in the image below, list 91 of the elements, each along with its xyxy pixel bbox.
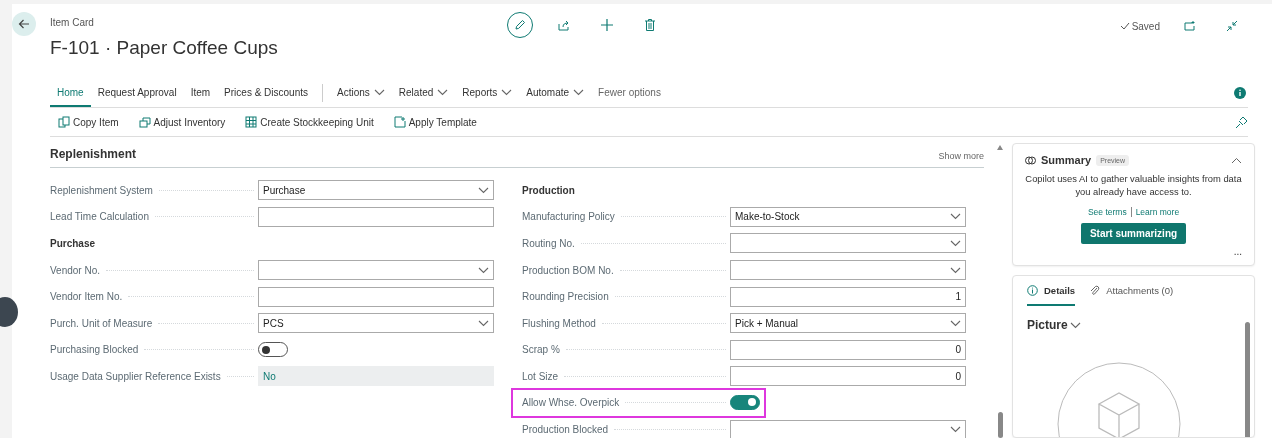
- nav-link[interactable]: Fewer options: [591, 79, 668, 107]
- box-icon: [138, 116, 151, 128]
- panel-tab[interactable]: Attachments (0): [1089, 276, 1174, 306]
- summary-description: Copilot uses AI to gather valuable insights from data you already have access to.: [1025, 173, 1242, 199]
- nav-menu[interactable]: Actions: [330, 79, 392, 107]
- grid-icon: [245, 116, 258, 128]
- input-field[interactable]: 1: [730, 286, 966, 307]
- dropdown-field[interactable]: [730, 260, 966, 281]
- subsection-heading: Production: [522, 184, 575, 196]
- field-label: Lot Size: [522, 370, 559, 382]
- field-label: Purch. Unit of Measure: [50, 317, 153, 329]
- dropdown-field[interactable]: [730, 419, 966, 438]
- panel-tab[interactable]: Details: [1027, 276, 1076, 306]
- chevron-down-icon: [950, 266, 961, 274]
- action-button[interactable]: Apply Template: [385, 116, 485, 128]
- input-field[interactable]: 0: [730, 366, 966, 387]
- checkmark-icon: [1119, 22, 1130, 30]
- action-button[interactable]: Create Stockkeeping Unit: [237, 116, 382, 128]
- scrollbar-thumb[interactable]: [998, 412, 1003, 438]
- page-title: F-101 · Paper Coffee Cups: [50, 37, 279, 59]
- nav-menu[interactable]: Related: [391, 79, 456, 107]
- input-field[interactable]: 0: [730, 339, 966, 360]
- scroll-up-icon[interactable]: [997, 145, 1003, 150]
- summary-title: Summary: [1041, 154, 1092, 166]
- chevron-down-icon: [478, 186, 489, 194]
- copy-icon: [58, 116, 70, 128]
- readonly-field: No: [258, 366, 494, 387]
- chevron-down-icon: [478, 319, 489, 327]
- nav-tab[interactable]: Home: [50, 79, 91, 107]
- dropdown-field[interactable]: Pick + Manual: [730, 313, 966, 334]
- nav-menu[interactable]: Automate: [519, 79, 592, 107]
- chevron-down-icon: [573, 88, 585, 96]
- action-button[interactable]: Adjust Inventory: [130, 116, 234, 128]
- back-button[interactable]: [12, 12, 36, 36]
- section-title: Replenishment: [50, 147, 136, 161]
- toggle-switch[interactable]: [730, 395, 760, 411]
- picture-heading: Picture: [1027, 318, 1068, 332]
- field-label: Routing No.: [522, 238, 575, 249]
- chevron-down-icon: [950, 426, 961, 434]
- info-icon[interactable]: [1234, 87, 1246, 99]
- input-field[interactable]: [258, 206, 494, 227]
- field-label: Production Blocked: [522, 424, 609, 436]
- dropdown-field[interactable]: [730, 233, 966, 254]
- chevron-down-icon: [437, 88, 449, 96]
- field-label: Lead Time Calculation: [50, 211, 149, 223]
- chevron-down-icon: [950, 213, 961, 221]
- pencil-icon: [514, 19, 527, 31]
- link[interactable]: Learn more: [1135, 207, 1180, 218]
- show-more-link[interactable]: Show more: [938, 151, 984, 161]
- pin-icon[interactable]: [1235, 115, 1248, 129]
- chevron-down-icon: [501, 88, 513, 96]
- copilot-icon: [1025, 154, 1036, 166]
- chevron-down-icon: [950, 319, 961, 327]
- field-label: Vendor No.: [50, 264, 101, 276]
- nav-tab[interactable]: Request Approval: [90, 79, 184, 107]
- chevron-up-icon[interactable]: [1231, 156, 1242, 164]
- arrow-left-icon: [18, 19, 30, 29]
- info-icon: [1027, 284, 1038, 296]
- scrollbar-thumb[interactable]: [1245, 322, 1250, 437]
- field-label: Usage Data Supplier Reference Exists: [50, 370, 221, 382]
- chevron-down-icon: [950, 240, 961, 247]
- paperclip-icon: [1089, 284, 1101, 296]
- field-label: Manufacturing Policy: [522, 211, 615, 223]
- chevron-down-icon: [1069, 321, 1081, 329]
- start-summarizing-button[interactable]: Start summarizing: [1080, 223, 1187, 245]
- dropdown-field[interactable]: Purchase: [258, 180, 494, 201]
- subsection-heading: Purchase: [50, 238, 96, 249]
- breadcrumb: Item Card: [50, 17, 95, 28]
- field-label: Purchasing Blocked: [50, 344, 139, 356]
- field-label: Production BOM No.: [522, 264, 614, 276]
- nav-menu[interactable]: Reports: [455, 79, 520, 107]
- field-label: Replenishment System: [50, 184, 153, 196]
- chevron-down-icon: [373, 88, 385, 96]
- save-status: Saved: [1131, 20, 1160, 32]
- field-label: Rounding Precision: [522, 291, 609, 303]
- action-button[interactable]: Copy Item: [50, 116, 127, 128]
- field-label: Vendor Item No.: [50, 291, 123, 303]
- more-options-button[interactable]: ...: [1233, 246, 1242, 258]
- field-label: Flushing Method: [522, 317, 596, 329]
- link[interactable]: See terms: [1087, 207, 1127, 218]
- field-label: Allow Whse. Overpick: [522, 397, 620, 409]
- toggle-switch[interactable]: [258, 342, 288, 358]
- template-icon: [393, 116, 406, 128]
- input-field[interactable]: [258, 286, 494, 307]
- nav-tab[interactable]: Prices & Discounts: [217, 79, 315, 107]
- dropdown-field[interactable]: PCS: [258, 313, 494, 334]
- field-label: Scrap %: [522, 344, 560, 356]
- dropdown-field[interactable]: Make-to-Stock: [730, 206, 966, 227]
- dropdown-field[interactable]: [258, 260, 494, 281]
- nav-tab[interactable]: Item: [183, 79, 218, 107]
- chevron-down-icon: [478, 266, 489, 274]
